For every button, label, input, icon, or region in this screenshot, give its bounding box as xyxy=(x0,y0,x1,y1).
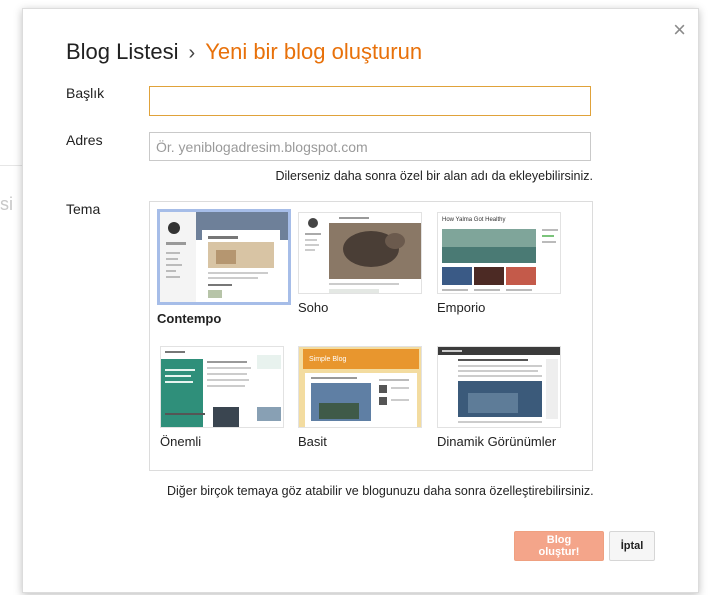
page-title: Yeni bir blog oluşturun xyxy=(205,39,423,64)
theme-thumbnail: How Yalma Got Healthy xyxy=(437,212,561,294)
breadcrumb-separator-icon: › xyxy=(188,42,196,64)
create-blog-button[interactable]: Blog oluştur! xyxy=(514,531,604,561)
theme-thumbnail: Simple Blog xyxy=(298,346,422,428)
title-input[interactable] xyxy=(149,86,591,116)
breadcrumb-blog-list[interactable]: Blog Listesi xyxy=(66,39,179,64)
theme-option-emporio[interactable]: How Yalma Got Healthy Emporio xyxy=(437,212,565,315)
address-input[interactable] xyxy=(149,132,591,161)
theme-thumbnail xyxy=(160,346,284,428)
cancel-button[interactable]: İptal xyxy=(609,531,655,561)
title-label: Başlık xyxy=(66,85,105,101)
theme-picker: Contempo Soho How Yalma Got Healthy Empo… xyxy=(149,201,593,471)
theme-name: Emporio xyxy=(437,300,486,315)
theme-label: Tema xyxy=(66,201,101,217)
address-label: Adres xyxy=(66,132,103,148)
theme-option-onemli[interactable]: Önemli xyxy=(160,346,288,449)
address-hint: Dilerseniz daha sonra özel bir alan adı … xyxy=(275,169,593,183)
theme-option-contempo[interactable]: Contempo xyxy=(157,209,291,326)
theme-thumbnail xyxy=(157,209,291,305)
theme-option-dinamik-gorunumler[interactable]: Dinamik Görünümler xyxy=(437,346,565,449)
new-blog-dialog: × Blog Listesi › Yeni bir blog oluşturun B… xyxy=(22,8,699,593)
breadcrumb: Blog Listesi › Yeni bir blog oluşturun xyxy=(66,39,422,65)
emporio-thumb-title: How Yalma Got Healthy xyxy=(442,217,505,223)
theme-name: Dinamik Görünümler xyxy=(437,434,557,449)
background-text: si xyxy=(0,194,13,214)
theme-name: Basit xyxy=(298,434,327,449)
theme-name: Contempo xyxy=(157,311,222,326)
close-icon[interactable]: × xyxy=(673,19,686,41)
background-divider xyxy=(0,165,22,166)
theme-name: Önemli xyxy=(160,434,202,449)
theme-footer-hint: Diğer birçok temaya göz atabilir ve blog… xyxy=(167,484,594,498)
basit-thumb-title: Simple Blog xyxy=(309,356,346,363)
theme-option-basit[interactable]: Simple Blog Basit xyxy=(298,346,426,449)
theme-thumbnail xyxy=(298,212,422,294)
theme-name: Soho xyxy=(298,300,329,315)
theme-thumbnail xyxy=(437,346,561,428)
theme-option-soho[interactable]: Soho xyxy=(298,212,426,315)
